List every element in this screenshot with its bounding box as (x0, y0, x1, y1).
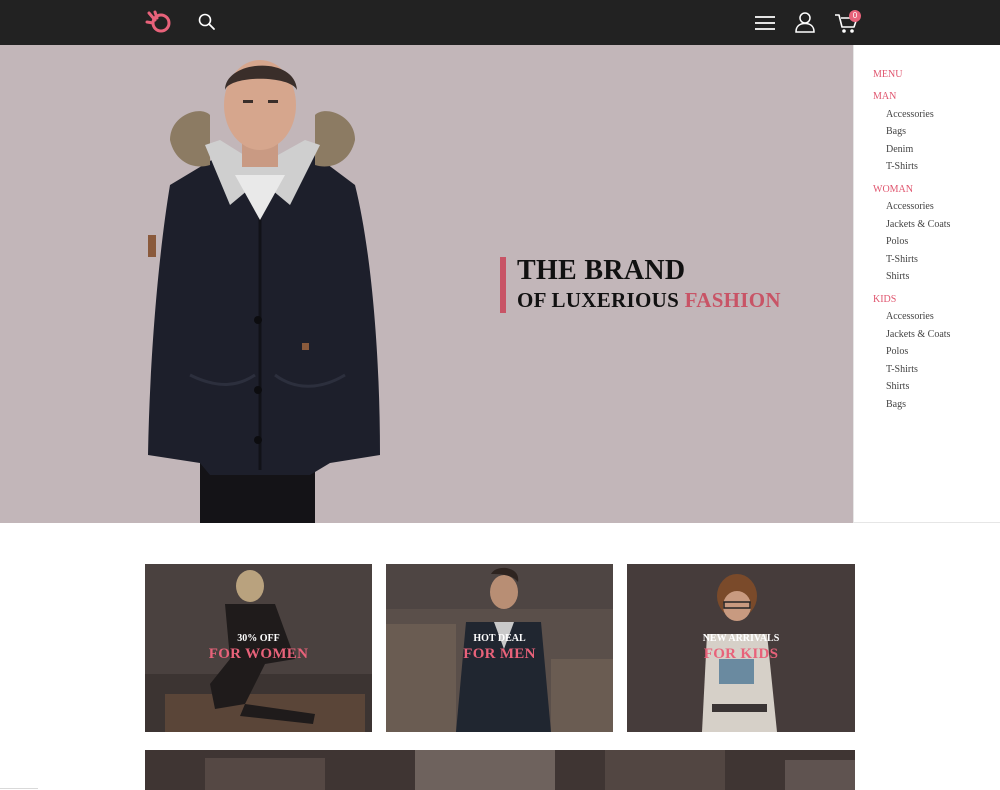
top-navigation-bar: 0 (0, 0, 1000, 45)
bottom-banner-image (145, 750, 855, 790)
menu-heading: MENU (873, 69, 903, 80)
menu-item-man-tshirts[interactable]: T-Shirts (886, 161, 918, 172)
hero-model-image (148, 60, 380, 523)
menu-item-kids-shirts[interactable]: Shirts (886, 381, 909, 392)
bottom-promo-banner[interactable] (145, 750, 855, 790)
promo-kids-title: FOR KIDS (703, 646, 779, 662)
hero-subtitle-accent: FASHION (684, 288, 781, 312)
hero-title: THE BRAND (517, 255, 686, 286)
hamburger-menu-icon[interactable] (754, 14, 776, 32)
menu-item-woman-accessories[interactable]: Accessories (886, 201, 934, 212)
menu-group-kids[interactable]: KIDS (873, 294, 896, 305)
menu-item-woman-polos[interactable]: Polos (886, 236, 908, 247)
menu-item-kids-tshirts[interactable]: T-Shirts (886, 364, 918, 375)
menu-item-kids-bags[interactable]: Bags (886, 399, 906, 410)
menu-item-woman-jackets-coats[interactable]: Jackets & Coats (886, 219, 950, 230)
headline-accent-bar (500, 257, 506, 313)
user-account-icon[interactable] (794, 11, 816, 33)
promo-men-title: FOR MEN (463, 646, 536, 662)
logo-icon[interactable] (145, 10, 173, 34)
promo-tile-women[interactable]: 30% OFF FOR WOMEN (145, 564, 372, 732)
hero-subtitle-text: OF LUXERIOUS (517, 288, 685, 312)
promo-women-title: FOR WOMEN (208, 646, 309, 662)
promo-tile-men[interactable]: HOT DEAL FOR MEN (386, 564, 613, 732)
page-corner-divider (0, 788, 38, 789)
promo-kids-caption: NEW ARRIVALS (702, 633, 780, 644)
menu-item-kids-accessories[interactable]: Accessories (886, 311, 934, 322)
menu-group-man[interactable]: MAN (873, 91, 896, 102)
promo-women-caption: 30% OFF (237, 633, 280, 644)
promo-tile-kids[interactable]: NEW ARRIVALS FOR KIDS (627, 564, 855, 732)
menu-item-man-denim[interactable]: Denim (886, 144, 913, 155)
promo-men-caption: HOT DEAL (473, 633, 526, 644)
hero-banner: THE BRAND OF LUXERIOUS FASHION (0, 45, 853, 523)
menu-item-woman-shirts[interactable]: Shirts (886, 271, 909, 282)
search-icon[interactable] (198, 13, 216, 31)
menu-item-kids-polos[interactable]: Polos (886, 346, 908, 357)
menu-item-kids-jackets-coats[interactable]: Jackets & Coats (886, 329, 950, 340)
menu-item-man-bags[interactable]: Bags (886, 126, 906, 137)
side-category-menu: MENU MAN Accessories Bags Denim T-Shirts… (853, 45, 1000, 523)
menu-item-man-accessories[interactable]: Accessories (886, 109, 934, 120)
menu-item-woman-tshirts[interactable]: T-Shirts (886, 254, 918, 265)
menu-group-woman[interactable]: WOMAN (873, 184, 913, 195)
hero-subtitle: OF LUXERIOUS FASHION (517, 288, 781, 313)
cart-count-badge: 0 (849, 10, 861, 22)
